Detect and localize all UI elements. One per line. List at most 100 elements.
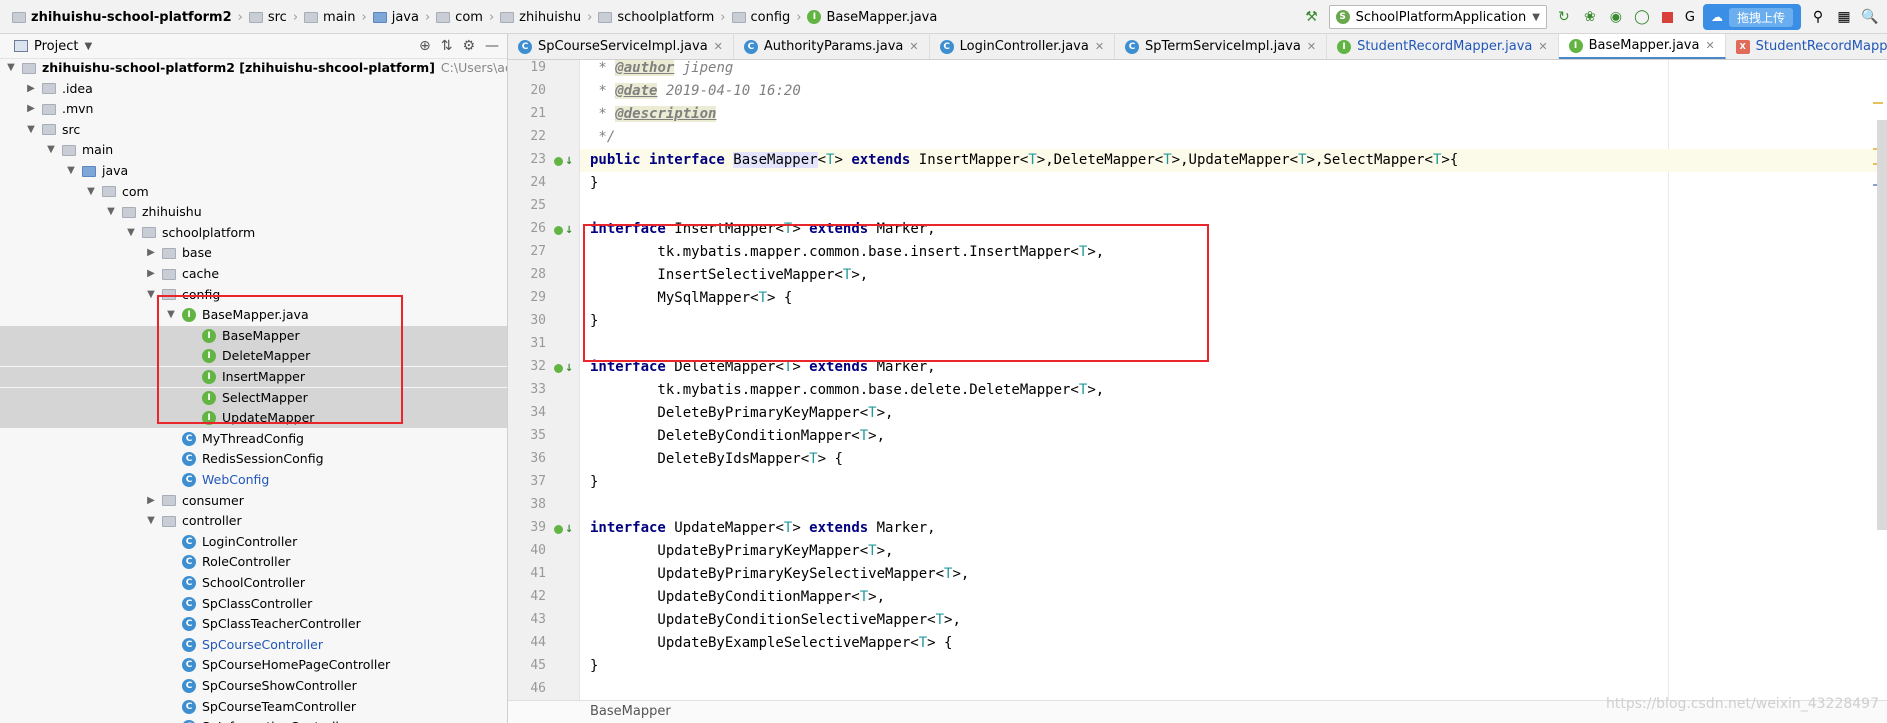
tree-item[interactable]: ▶ .mvn <box>0 99 507 119</box>
tree-item[interactable]: C RedisSessionConfig <box>0 449 507 469</box>
expand-down-icon[interactable]: ▼ <box>86 182 96 202</box>
tree-item[interactable]: C SpCourseShowController <box>0 676 507 696</box>
expand-down-icon[interactable]: ▼ <box>46 140 56 160</box>
debug-icon[interactable]: ❀ <box>1581 8 1599 26</box>
tree-item[interactable]: C SpCourseHomePageController <box>0 655 507 675</box>
tree-item[interactable]: C SpClassController <box>0 594 507 614</box>
tree-item[interactable]: ▼ com <box>0 182 507 202</box>
editor-tab[interactable]: XStudentRecordMapper.xml✕ <box>1726 34 1887 59</box>
tree-item[interactable]: C WebConfig <box>0 470 507 490</box>
close-icon[interactable]: ✕ <box>1705 39 1714 52</box>
tree-item[interactable]: C SpCourseController <box>0 635 507 655</box>
expand-right-icon[interactable]: ▶ <box>146 264 156 284</box>
breadcrumb-item[interactable]: I BaseMapper.java <box>801 0 943 34</box>
breadcrumb-item[interactable]: zhihuishu <box>494 0 587 34</box>
collapse-all-icon[interactable]: ⇅ <box>441 38 453 54</box>
close-icon[interactable]: ✕ <box>714 40 723 53</box>
code-line[interactable]: * @author jipeng <box>590 60 733 80</box>
hide-icon[interactable]: — <box>485 38 499 54</box>
tree-item[interactable]: ▼ main <box>0 140 507 160</box>
breadcrumb-item[interactable]: src <box>243 0 293 34</box>
breadcrumb-item[interactable]: java <box>367 0 425 34</box>
code-line[interactable]: DeleteByConditionMapper<T>, <box>590 425 885 448</box>
tree-item[interactable]: ▶ .idea <box>0 79 507 99</box>
editor-tab[interactable]: I BaseMapper.java ✕ <box>1558 34 1726 59</box>
tree-item[interactable]: ▶ consumer <box>0 491 507 511</box>
editor-tab[interactable]: C LoginController.java ✕ <box>930 34 1116 59</box>
code-line[interactable]: UpdateByPrimaryKeyMapper<T>, <box>590 540 893 563</box>
code-line[interactable]: */ <box>590 126 615 149</box>
run-configuration-select[interactable]: S SchoolPlatformApplication ▼ <box>1328 5 1547 29</box>
implementation-gutter-icon[interactable]: ↓ <box>554 522 576 536</box>
coverage-icon[interactable]: ◉ <box>1607 8 1625 26</box>
expand-down-icon[interactable]: ▼ <box>146 285 156 305</box>
code-editor[interactable]: 19 20 21 22 23 ↓ 24 25 26 ↓ 27 28 29 30 31 32 ↓ 33 34 35 36 3… <box>508 60 1887 700</box>
tree-item[interactable]: CSpInformationController <box>0 717 507 723</box>
code-line[interactable]: UpdateByConditionMapper<T>, <box>590 586 885 609</box>
close-icon[interactable]: ✕ <box>1538 40 1547 53</box>
breadcrumb-item[interactable]: config <box>726 0 797 34</box>
breadcrumb-item[interactable]: schoolplatform <box>592 0 720 34</box>
vertical-scrollbar[interactable] <box>1877 120 1887 530</box>
expand-right-icon[interactable]: ▶ <box>26 99 36 119</box>
tree-item[interactable]: C SpCourseTeamController <box>0 697 507 717</box>
locate-icon[interactable]: ⊕ <box>419 38 431 54</box>
code-line[interactable]: DeleteByIdsMapper<T> { <box>590 448 842 471</box>
project-panel-title[interactable]: Project <box>34 39 78 54</box>
code-line[interactable]: tk.mybatis.mapper.common.base.delete.Del… <box>590 379 1104 402</box>
expand-down-icon[interactable]: ▼ <box>6 58 16 78</box>
expand-down-icon[interactable]: ▼ <box>126 223 136 243</box>
code-line[interactable]: UpdateByPrimaryKeySelectiveMapper<T>, <box>590 563 969 586</box>
tree-item[interactable]: ▼ schoolplatform <box>0 223 507 243</box>
expand-right-icon[interactable]: ▶ <box>146 491 156 511</box>
tree-item[interactable]: C SchoolController <box>0 573 507 593</box>
tree-item[interactable]: C SpClassTeacherController <box>0 614 507 634</box>
code-line[interactable]: * @date 2019-04-10 16:20 <box>590 80 801 103</box>
code-line[interactable]: * @description <box>590 103 717 126</box>
tree-item[interactable]: ▼ zhihuishu <box>0 202 507 222</box>
implementation-gutter-icon[interactable]: ↓ <box>554 223 576 237</box>
code-line[interactable]: UpdateByExampleSelectiveMapper<T> { <box>590 632 952 655</box>
close-icon[interactable]: ✕ <box>909 40 918 53</box>
tree-item[interactable]: C MyThreadConfig <box>0 429 507 449</box>
code-line[interactable]: UpdateByConditionSelectiveMapper<T>, <box>590 609 960 632</box>
upload-widget[interactable]: ☁ 拖拽上传 <box>1702 4 1801 30</box>
tree-item[interactable]: ▶ cache <box>0 264 507 284</box>
build-hammer-icon[interactable]: ⚒ <box>1303 8 1321 26</box>
expand-down-icon[interactable]: ▼ <box>146 511 156 531</box>
tree-item[interactable]: ▼ java <box>0 161 507 181</box>
tree-item[interactable]: ▶ base <box>0 243 507 263</box>
breadcrumb-item[interactable]: main <box>298 0 361 34</box>
implementation-gutter-icon[interactable]: ↓ <box>554 361 576 375</box>
rerun-icon[interactable]: ↻ <box>1555 8 1573 26</box>
editor-tab[interactable]: I StudentRecordMapper.java ✕ <box>1327 34 1559 59</box>
code-line[interactable]: DeleteByPrimaryKeyMapper<T>, <box>590 402 893 425</box>
editor-breadcrumb[interactable]: BaseMapper <box>590 704 671 719</box>
expand-down-icon[interactable]: ▼ <box>106 202 116 222</box>
code-line[interactable]: } <box>590 471 598 494</box>
code-line[interactable]: public interface BaseMapper<T> extends I… <box>590 149 1458 172</box>
implementation-gutter-icon[interactable]: ↓ <box>554 154 576 168</box>
search-icon[interactable]: ⚲ <box>1809 8 1827 26</box>
close-icon[interactable]: ✕ <box>1307 40 1316 53</box>
profile-icon[interactable]: ◯ <box>1633 8 1651 26</box>
gear-icon[interactable]: ⚙ <box>462 38 475 54</box>
code-line[interactable]: } <box>590 655 598 678</box>
tree-item[interactable]: ▼ controller <box>0 511 507 531</box>
close-icon[interactable]: ✕ <box>1095 40 1104 53</box>
search-everywhere-icon[interactable]: 🔍 <box>1861 8 1879 26</box>
tree-item[interactable]: ▼ src <box>0 120 507 140</box>
expand-right-icon[interactable]: ▶ <box>26 79 36 99</box>
tree-item[interactable]: C LoginController <box>0 532 507 552</box>
code-line[interactable]: interface UpdateMapper<T> extends Marker… <box>590 517 936 540</box>
expand-down-icon[interactable]: ▼ <box>26 120 36 140</box>
chevron-down-icon[interactable]: ▼ <box>84 41 92 52</box>
expand-down-icon[interactable]: ▼ <box>66 161 76 181</box>
tree-root-row[interactable]: ▼ zhihuishu-school-platform2 [zhihuishu-… <box>0 58 507 78</box>
structure-icon[interactable]: ▦ <box>1835 8 1853 26</box>
tree-item[interactable]: C RoleController <box>0 552 507 572</box>
stop-icon[interactable] <box>1659 8 1677 26</box>
expand-right-icon[interactable]: ▶ <box>146 243 156 263</box>
breadcrumb-item[interactable]: com <box>430 0 489 34</box>
editor-tab[interactable]: C SpCourseServiceImpl.java ✕ <box>508 34 734 59</box>
